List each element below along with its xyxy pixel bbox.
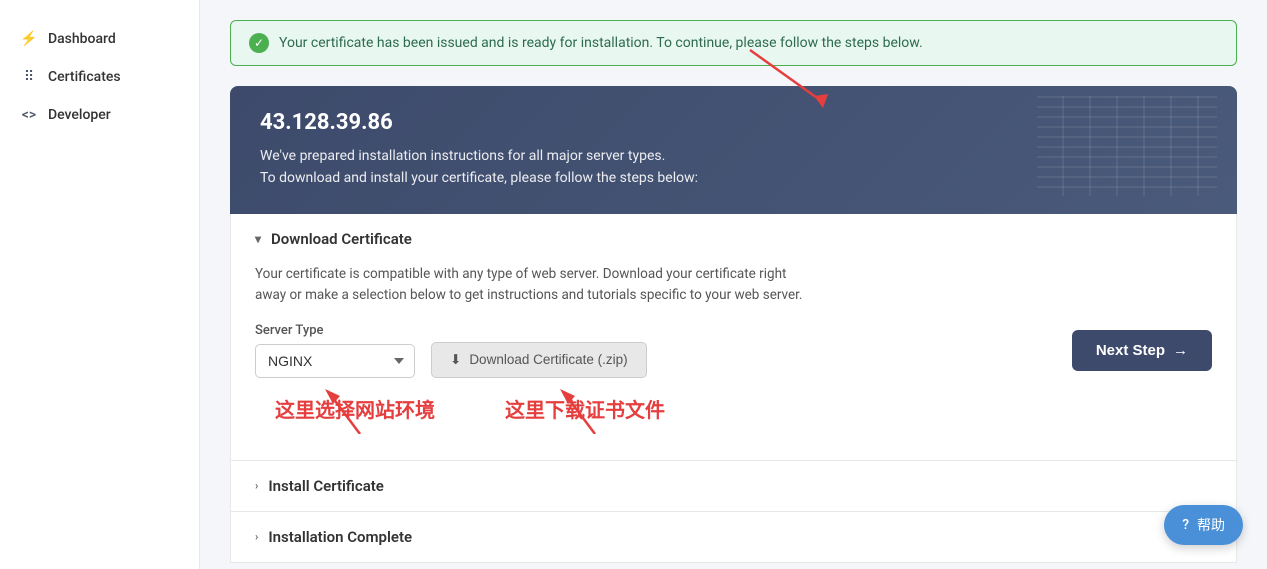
- annotation-area: 这里选择网站环境 这里下载证书文件: [255, 384, 1212, 434]
- install-section: › Install Certificate: [231, 461, 1236, 512]
- next-step-label: Next Step: [1096, 342, 1165, 359]
- complete-section-title: Installation Complete: [268, 528, 412, 546]
- content-card: ▾ Download Certificate Your certificate …: [230, 214, 1237, 563]
- header-line2: To download and install your certificate…: [260, 167, 1207, 189]
- download-btn-label: Download Certificate (.zip): [469, 352, 627, 367]
- main-content: ✓ Your certificate has been issued and i…: [200, 0, 1267, 569]
- sidebar-label-developer: Developer: [48, 107, 111, 123]
- sidebar: ⚡ Dashboard ⠿ Certificates <> Developer: [0, 0, 200, 569]
- download-description: Your certificate is compatible with any …: [255, 264, 1212, 307]
- download-section: ▾ Download Certificate Your certificate …: [231, 214, 1236, 461]
- success-message: Your certificate has been issued and is …: [279, 35, 923, 51]
- success-check-icon: ✓: [249, 33, 269, 53]
- download-section-title: Download Certificate: [271, 230, 412, 248]
- install-section-title: Install Certificate: [268, 477, 384, 495]
- annotation-left-text: 这里选择网站环境: [275, 394, 435, 423]
- success-banner: ✓ Your certificate has been issued and i…: [230, 20, 1237, 66]
- download-row: Server Type NGINX Apache IIS cPanel Othe…: [255, 323, 647, 378]
- complete-section: › Installation Complete: [231, 512, 1236, 562]
- sidebar-label-dashboard: Dashboard: [48, 31, 116, 47]
- annotation-right-text: 这里下载证书文件: [505, 394, 665, 423]
- grid-icon: ⠿: [20, 68, 38, 86]
- server-type-field: Server Type NGINX Apache IIS cPanel Othe…: [255, 323, 415, 378]
- sidebar-item-developer[interactable]: <> Developer: [0, 96, 199, 134]
- chevron-right-icon: ›: [255, 479, 258, 492]
- sidebar-item-certificates[interactable]: ⠿ Certificates: [0, 58, 199, 96]
- header-line1: We've prepared installation instructions…: [260, 145, 1207, 167]
- help-button[interactable]: ? 帮助: [1164, 505, 1243, 545]
- sidebar-item-dashboard[interactable]: ⚡ Dashboard: [0, 20, 199, 58]
- server-type-label: Server Type: [255, 323, 415, 338]
- download-and-next-row: Server Type NGINX Apache IIS cPanel Othe…: [255, 323, 1212, 378]
- arrow-right-icon: →: [1173, 342, 1188, 359]
- sidebar-label-certificates: Certificates: [48, 69, 121, 85]
- complete-section-header[interactable]: › Installation Complete: [255, 528, 1212, 546]
- server-type-select[interactable]: NGINX Apache IIS cPanel Other: [255, 344, 415, 378]
- code-icon: <>: [20, 106, 38, 124]
- next-step-button[interactable]: Next Step →: [1072, 330, 1212, 371]
- header-card: 43.128.39.86 We've prepared installation…: [230, 86, 1237, 214]
- question-icon: ?: [1182, 517, 1189, 533]
- download-icon: ⬇: [450, 352, 461, 368]
- chevron-down-icon: ▾: [255, 232, 261, 246]
- install-section-header[interactable]: › Install Certificate: [255, 477, 1212, 495]
- download-section-body: Your certificate is compatible with any …: [255, 248, 1212, 444]
- download-certificate-button[interactable]: ⬇ Download Certificate (.zip): [431, 342, 647, 378]
- lightning-icon: ⚡: [20, 30, 38, 48]
- download-section-header[interactable]: ▾ Download Certificate: [255, 230, 1212, 248]
- server-ip: 43.128.39.86: [260, 110, 1207, 135]
- chevron-right-icon-2: ›: [255, 530, 258, 543]
- help-label: 帮助: [1197, 515, 1225, 535]
